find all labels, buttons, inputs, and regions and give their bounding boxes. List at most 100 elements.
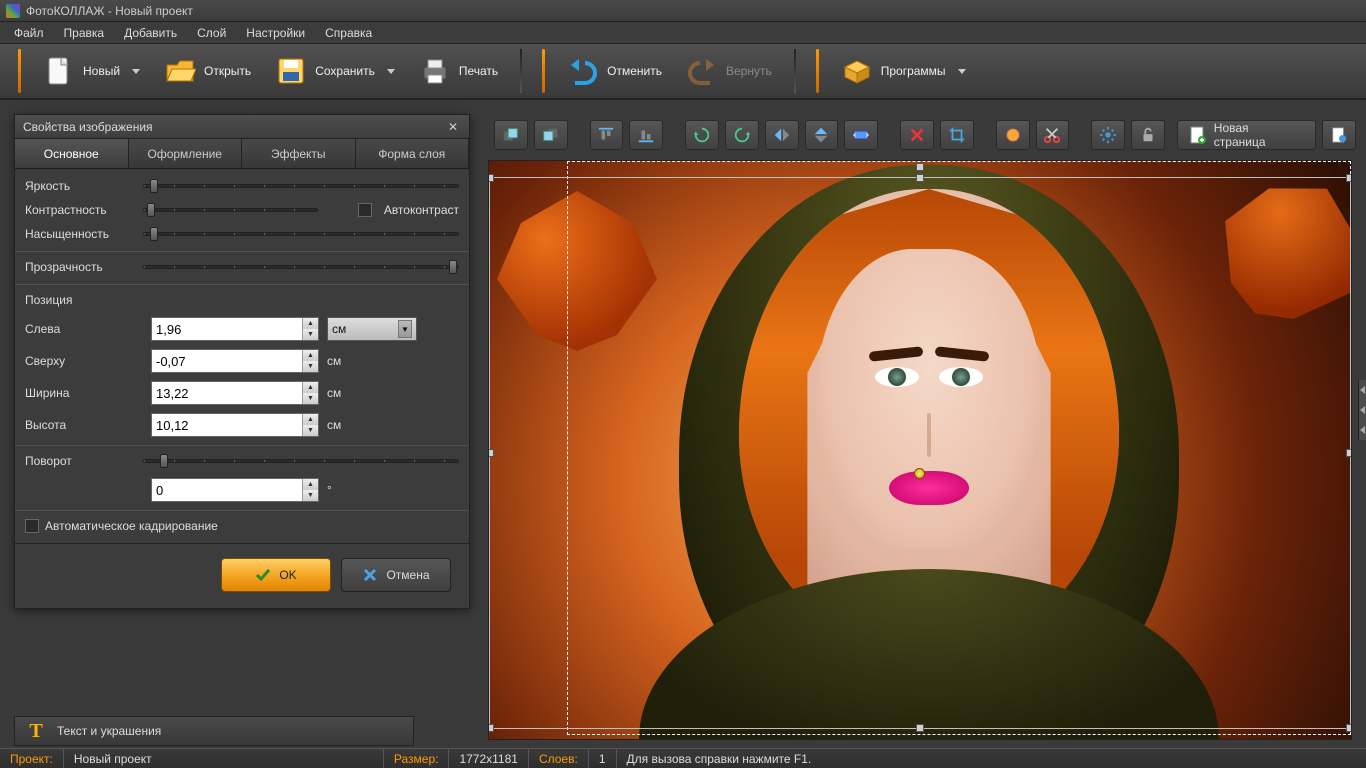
app-icon bbox=[6, 4, 20, 18]
unit-text: см bbox=[327, 349, 417, 373]
redo-icon bbox=[686, 55, 718, 87]
rotation-slider[interactable] bbox=[143, 459, 459, 463]
redo-label: Вернуть bbox=[726, 64, 772, 78]
print-button[interactable]: Печать bbox=[409, 49, 508, 93]
tab-main[interactable]: Основное bbox=[15, 139, 129, 168]
width-input[interactable]: ▲▼ bbox=[151, 381, 319, 405]
contrast-label: Контрастность bbox=[25, 203, 143, 217]
send-back-button[interactable] bbox=[534, 120, 568, 150]
separator bbox=[520, 49, 522, 93]
chevron-down-icon bbox=[387, 69, 395, 74]
align-bottom-button[interactable] bbox=[629, 120, 663, 150]
programs-label: Программы bbox=[881, 64, 946, 78]
check-icon bbox=[255, 567, 271, 583]
autocontrast-checkbox[interactable] bbox=[358, 203, 372, 217]
unit-text: см bbox=[327, 381, 417, 405]
box-icon bbox=[841, 55, 873, 87]
panel-header[interactable]: Свойства изображения ✕ bbox=[15, 115, 469, 139]
right-drawer-pull[interactable] bbox=[1358, 380, 1366, 440]
canvas[interactable] bbox=[488, 160, 1352, 740]
flip-h-button[interactable] bbox=[765, 120, 799, 150]
new-page-button[interactable]: Новая страница bbox=[1177, 120, 1316, 150]
left-label: Слева bbox=[25, 322, 143, 336]
menu-layer[interactable]: Слой bbox=[187, 23, 236, 43]
height-input[interactable]: ▲▼ bbox=[151, 413, 319, 437]
tab-style[interactable]: Оформление bbox=[129, 139, 243, 168]
autocrop-checkbox[interactable] bbox=[25, 519, 39, 533]
undo-label: Отменить bbox=[607, 64, 662, 78]
separator bbox=[794, 49, 796, 93]
cut-button[interactable] bbox=[1036, 120, 1070, 150]
new-label: Новый bbox=[83, 64, 120, 78]
separator bbox=[816, 49, 819, 93]
rotation-input[interactable]: ▲▼ bbox=[151, 478, 319, 502]
open-button[interactable]: Открыть bbox=[154, 49, 261, 93]
delete-button[interactable] bbox=[900, 120, 934, 150]
brightness-label: Яркость bbox=[25, 179, 143, 193]
text-icon: T bbox=[25, 720, 47, 742]
cancel-button[interactable]: Отмена bbox=[341, 558, 451, 592]
panel-footer: OK Отмена bbox=[15, 543, 469, 608]
undo-icon bbox=[567, 55, 599, 87]
opacity-slider[interactable] bbox=[143, 265, 459, 269]
position-section-label: Позиция bbox=[25, 293, 459, 307]
undo-button[interactable]: Отменить bbox=[557, 49, 672, 93]
fit-width-button[interactable] bbox=[844, 120, 878, 150]
page-settings-button[interactable] bbox=[1322, 120, 1356, 150]
flip-v-button[interactable] bbox=[805, 120, 839, 150]
programs-button[interactable]: Программы bbox=[831, 49, 976, 93]
selection-rect[interactable] bbox=[489, 177, 1351, 729]
menu-edit[interactable]: Правка bbox=[54, 23, 115, 43]
crop-button[interactable] bbox=[940, 120, 974, 150]
height-label: Высота bbox=[25, 418, 143, 432]
menu-help[interactable]: Справка bbox=[315, 23, 382, 43]
print-label: Печать bbox=[459, 64, 498, 78]
panel-title: Свойства изображения bbox=[23, 120, 153, 134]
brightness-slider[interactable] bbox=[143, 184, 459, 188]
text-decorations-tab[interactable]: T Текст и украшения bbox=[14, 716, 414, 746]
redo-button[interactable]: Вернуть bbox=[676, 49, 782, 93]
save-label: Сохранить bbox=[315, 64, 375, 78]
tab-effects[interactable]: Эффекты bbox=[242, 139, 356, 168]
cancel-label: Отмена bbox=[386, 568, 429, 582]
panel-body: Яркость Контрастность Автоконтраст Насыщ… bbox=[15, 169, 469, 543]
status-size: 1772x1181 bbox=[449, 749, 529, 768]
print-icon bbox=[419, 55, 451, 87]
close-icon bbox=[362, 567, 378, 583]
status-project-label: Проект: bbox=[0, 749, 64, 768]
align-top-button[interactable] bbox=[590, 120, 624, 150]
rotate-left-button[interactable] bbox=[685, 120, 719, 150]
left-input[interactable]: ▲▼ bbox=[151, 317, 319, 341]
autocontrast-label: Автоконтраст bbox=[384, 203, 459, 217]
top-input[interactable]: ▲▼ bbox=[151, 349, 319, 373]
top-label: Сверху bbox=[25, 354, 143, 368]
status-layers-label: Слоев: bbox=[529, 749, 589, 768]
folder-open-icon bbox=[164, 55, 196, 87]
title-bar: ФотоКОЛЛАЖ - Новый проект bbox=[0, 0, 1366, 22]
menu-settings[interactable]: Настройки bbox=[236, 23, 315, 43]
separator bbox=[18, 49, 21, 93]
unit-select[interactable]: см▼ bbox=[327, 317, 417, 341]
new-button[interactable]: Новый bbox=[33, 49, 150, 93]
menu-file[interactable]: Файл bbox=[4, 23, 54, 43]
new-page-label: Новая страница bbox=[1214, 121, 1303, 149]
text-decorations-label: Текст и украшения bbox=[57, 724, 161, 738]
save-button[interactable]: Сохранить bbox=[265, 49, 405, 93]
top-anchor[interactable] bbox=[916, 163, 924, 171]
page-add-icon bbox=[1190, 126, 1206, 144]
menu-add[interactable]: Добавить bbox=[114, 23, 187, 43]
rotate-right-button[interactable] bbox=[725, 120, 759, 150]
menu-bar: Файл Правка Добавить Слой Настройки Спра… bbox=[0, 22, 1366, 44]
ok-button[interactable]: OK bbox=[221, 558, 331, 592]
rotate-handle[interactable] bbox=[914, 468, 925, 479]
saturation-slider[interactable] bbox=[143, 232, 459, 236]
tab-shape[interactable]: Форма слоя bbox=[356, 139, 470, 168]
close-icon[interactable]: ✕ bbox=[445, 119, 461, 135]
settings-button[interactable] bbox=[1091, 120, 1125, 150]
unlock-button[interactable] bbox=[1131, 120, 1165, 150]
color-button[interactable] bbox=[996, 120, 1030, 150]
bring-front-button[interactable] bbox=[494, 120, 528, 150]
contrast-slider[interactable] bbox=[143, 208, 318, 212]
status-bar: Проект: Новый проект Размер: 1772x1181 С… bbox=[0, 748, 1366, 768]
document-new-icon bbox=[43, 55, 75, 87]
